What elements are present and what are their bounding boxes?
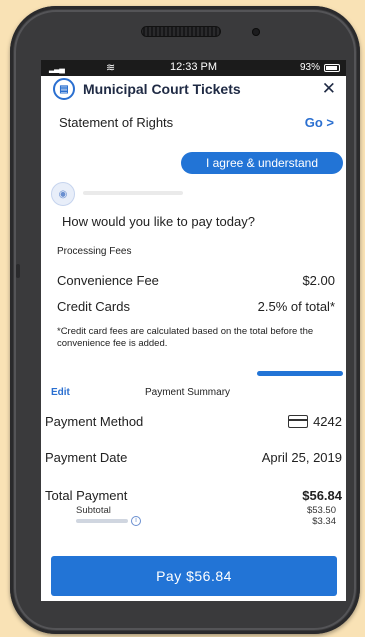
pay-button[interactable]: Pay $56.84 xyxy=(51,556,337,596)
subtotal-value: $53.50 xyxy=(306,505,336,516)
fee-row-convenience: Convenience Fee $2.00 xyxy=(57,273,335,291)
statement-of-rights-row[interactable]: Statement of Rights Go > xyxy=(41,112,346,134)
side-button xyxy=(16,264,20,278)
assistant-message-placeholder xyxy=(83,191,183,195)
fee-label: Convenience Fee xyxy=(57,273,159,288)
fee-value: 2.5% of total* xyxy=(257,299,335,314)
edit-link[interactable]: Edit xyxy=(51,387,70,398)
battery-percent: 93% xyxy=(299,62,320,73)
processing-fee-label-group: i xyxy=(76,516,141,527)
payment-question: How would you like to pay today? xyxy=(62,214,255,229)
payment-summary-header: Edit Payment Summary xyxy=(41,386,346,400)
close-button[interactable]: ✕ xyxy=(322,79,336,99)
processing-fee-label-placeholder xyxy=(76,519,128,524)
total-payment-value: $56.84 xyxy=(302,488,342,503)
statement-of-rights-label: Statement of Rights xyxy=(59,115,174,130)
processing-fees-title: Processing Fees xyxy=(57,246,132,257)
payment-method-row: Payment Method 4242 xyxy=(41,414,346,434)
total-payment-label: Total Payment xyxy=(45,488,128,503)
phone-frame: ▂▃▄ ≋ 12:33 PM 93% ▤ Municipal Court Tic… xyxy=(10,6,360,634)
fee-label: Credit Cards xyxy=(57,299,130,314)
payment-method-value: 4242 xyxy=(313,414,342,429)
fee-value: $2.00 xyxy=(302,273,335,288)
payment-method-value-group: 4242 xyxy=(288,414,342,429)
status-bar: ▂▃▄ ≋ 12:33 PM 93% xyxy=(41,60,346,76)
ticket-icon: ▤ xyxy=(53,78,75,100)
processing-fee-value: $3.34 xyxy=(312,516,336,527)
payment-date-value: April 25, 2019 xyxy=(261,450,342,465)
battery-icon xyxy=(324,64,340,72)
info-icon[interactable]: i xyxy=(131,516,141,527)
payment-date-label: Payment Date xyxy=(45,450,128,465)
payment-summary-title: Payment Summary xyxy=(145,387,231,398)
agree-button[interactable]: I agree & understand xyxy=(181,152,343,174)
speaker-grille xyxy=(141,26,221,37)
scroll-indicator xyxy=(257,371,343,376)
go-link[interactable]: Go > xyxy=(305,115,334,130)
credit-card-icon xyxy=(288,415,309,428)
payment-date-row: Payment Date April 25, 2019 xyxy=(41,450,346,470)
subtotal-label: Subtotal xyxy=(76,505,111,516)
phone-screen: ▂▃▄ ≋ 12:33 PM 93% ▤ Municipal Court Tic… xyxy=(41,60,346,601)
payment-method-label: Payment Method xyxy=(45,414,144,429)
fee-note: *Credit card fees are calculated based o… xyxy=(57,326,314,349)
page-title: Municipal Court Tickets xyxy=(83,81,241,97)
front-camera xyxy=(252,28,260,36)
app-header: ▤ Municipal Court Tickets ✕ xyxy=(41,76,346,102)
assistant-avatar-icon: ◉ xyxy=(51,182,75,206)
fee-row-credit-cards: Credit Cards 2.5% of total* xyxy=(57,299,335,317)
